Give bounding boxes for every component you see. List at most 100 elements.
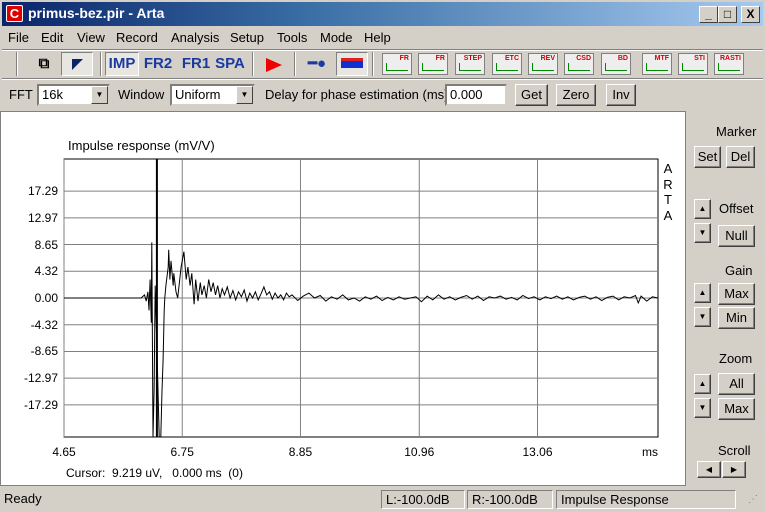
divider [2,78,763,80]
status-ready: Ready [4,491,42,506]
menu-help[interactable]: Help [364,30,391,45]
arrow-down-icon: ▼ [698,312,707,321]
offset-up-button[interactable]: ▲ [694,199,711,219]
divider [372,52,374,76]
menu-bar: File Edit View Record Analysis Setup Too… [0,28,765,48]
zero-button[interactable]: Zero [556,84,596,106]
scroll-left-button[interactable]: ◀ [697,461,721,478]
analysis-label: ETC [505,55,519,62]
analysis-label: STEP [463,55,482,62]
menu-view[interactable]: View [77,30,105,45]
analysis-bd-button[interactable]: BD [601,53,631,75]
copy-button[interactable]: ⧉ [30,52,58,76]
y-tick-label: -17.29 [23,397,58,412]
watermark-letter: A [663,161,673,176]
copy-icon: ⧉ [38,55,50,72]
analysis-label: STI [694,55,705,62]
delay-label: Delay for phase estimation (ms) [265,87,449,102]
analysis-mtf-button[interactable]: MTF [642,53,672,75]
menu-tools[interactable]: Tools [277,30,307,45]
fft-label: FFT [9,87,33,102]
graph-icon [496,63,518,71]
fft-value: 16k [42,87,63,102]
analysis-label: RASTI [720,55,741,62]
menu-analysis[interactable]: Analysis [171,30,219,45]
gain-min-button[interactable]: Min [718,307,755,329]
status-mode: Impulse Response [556,490,736,509]
x-tick-label: 4.65 [52,445,76,459]
analysis-fr-button[interactable]: FR [382,53,412,75]
inv-button[interactable]: Inv [606,84,636,106]
menu-edit[interactable]: Edit [41,30,63,45]
delay-input[interactable]: 0.000 [445,84,507,106]
plot-panel[interactable]: Impulse response (mV/V) 17.29 12.97 8.65 4.… [0,111,686,486]
gain-label: Gain [725,263,753,278]
x-tick-label: 6.75 [170,445,194,459]
analysis-sti-button[interactable]: STI [678,53,708,75]
divider [2,49,763,51]
graph-icon [682,63,704,71]
analysis-csd-button[interactable]: CSD [564,53,594,75]
window-select[interactable]: Uniform ▼ [170,84,255,106]
gain-up-button[interactable]: ▲ [694,283,711,303]
gain-down-button[interactable]: ▼ [694,307,711,327]
title-bar: C primus-bez.pir - Arta _ □ X [0,0,765,28]
window-title: primus-bez.pir - Arta [28,5,165,21]
analysis-rasti-button[interactable]: RASTI [714,53,744,75]
x-tick-label: 10.96 [404,445,435,459]
analysis-etc-button[interactable]: ETC [492,53,522,75]
mode-imp-button[interactable]: IMP [105,52,139,76]
y-tick-label: 0.00 [34,291,58,305]
arrow-up-icon: ▲ [698,288,707,297]
resize-grip-icon[interactable]: ⋰ [748,494,758,505]
analysis-fr-button[interactable]: FR [418,53,448,75]
zoom-all-button[interactable]: All [718,373,755,395]
arrow-up-icon: ▲ [698,379,707,388]
close-button[interactable]: X [741,6,760,23]
offset-null-button[interactable]: Null [718,225,755,247]
zoom-up-button[interactable]: ▲ [694,374,711,394]
impulse-plot[interactable] [1,112,687,487]
gain-max-button[interactable]: Max [718,283,755,305]
fft-select[interactable]: 16k ▼ [37,84,110,106]
arrow-left-icon: ◀ [705,465,713,474]
marker-del-button[interactable]: Del [726,146,755,168]
status-bar: Ready L:-100.0dB R:-100.0dB Impulse Resp… [0,487,765,512]
delay-value: 0.000 [450,87,483,102]
analysis-label: REV [540,55,555,62]
watermark-letter: T [664,192,672,207]
analysis-rev-button[interactable]: REV [528,53,558,75]
analysis-label: MTF [654,55,669,62]
window-label: Window [118,87,165,102]
generator-button[interactable]: ━● [302,52,332,76]
graph-icon [422,63,444,71]
menu-mode[interactable]: Mode [320,30,353,45]
mode-fr1-button[interactable]: FR1 [180,52,212,76]
menu-setup[interactable]: Setup [230,30,264,45]
analysis-label: FR [435,55,445,62]
menu-record[interactable]: Record [116,30,158,45]
zoom-max-button[interactable]: Max [718,398,755,420]
divider [294,52,296,76]
maximize-button[interactable]: □ [718,6,737,23]
mode-spa-button[interactable]: SPA [214,52,246,76]
menu-file[interactable]: File [8,30,29,45]
arrow-down-icon: ▼ [698,228,707,237]
marker-set-button[interactable]: Set [694,146,721,168]
record-button[interactable] [260,52,288,76]
mode-fr2-button[interactable]: FR2 [142,52,174,76]
probe-icon: ━● [307,55,327,72]
status-right-level: R:-100.0dB [467,490,553,509]
offset-down-button[interactable]: ▼ [694,223,711,243]
view-toggle-button[interactable] [61,52,93,76]
graph-icon [568,63,590,71]
zoom-down-button[interactable]: ▼ [694,398,711,418]
scroll-label: Scroll [718,443,751,458]
scroll-right-button[interactable]: ▶ [722,461,746,478]
get-button[interactable]: Get [515,84,548,106]
spectrum-button[interactable] [336,52,368,76]
analysis-label: CSD [576,55,591,62]
cursor-readout: Cursor: 9.219 uV, 0.000 ms (0) [66,466,243,480]
analysis-step-button[interactable]: STEP [455,53,485,75]
minimize-button[interactable]: _ [699,6,718,23]
